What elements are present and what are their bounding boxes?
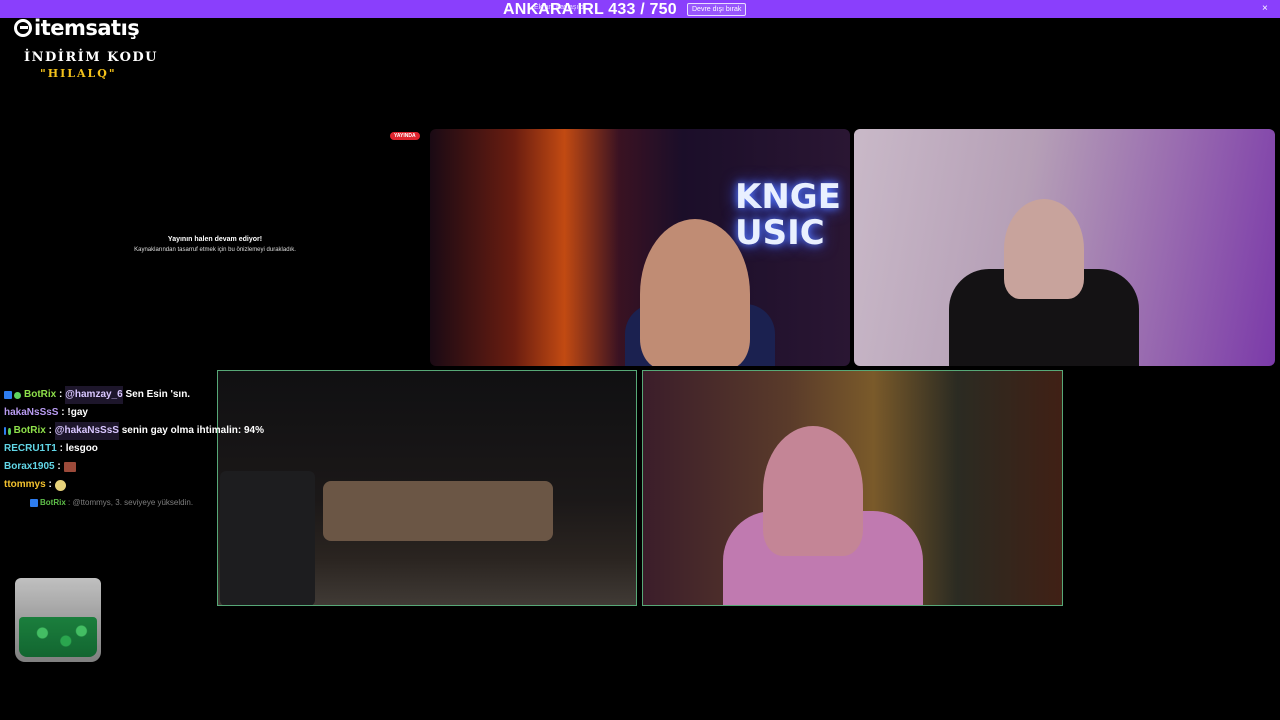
banner-title: ANKARA IRL 433 / 750 [503, 1, 677, 18]
chat-message: Borax1905 : [4, 458, 264, 476]
chat-text: lesgoo [65, 443, 98, 454]
top-banner: Ekranı paylaşıldı. ANKARA IRL 433 / 750 … [0, 0, 1280, 18]
jar-fill [19, 617, 97, 657]
chat-username[interactable]: BotRix [40, 494, 66, 512]
promo-code: "HILALQ" [40, 67, 117, 80]
chat-username[interactable]: Borax1905 [4, 458, 55, 476]
chat-message: BotRix : @hakaNsSsS senin gay olma ihtim… [4, 422, 264, 440]
emote-icon [54, 479, 66, 491]
chat-username[interactable]: BotRix [24, 386, 56, 404]
camera-feed-3[interactable] [217, 370, 637, 606]
chat-username[interactable]: RECRU1T1 [4, 440, 57, 458]
paused-title: Yayının halen devam ediyor! [167, 236, 263, 243]
neon-sign: KNGE USIC [735, 177, 841, 253]
chat-overlay: BotRix : @hamzay_6 Sen Esin 'sın. hakaNs… [4, 386, 264, 512]
bot-badge-icon [4, 391, 12, 399]
chat-mention[interactable]: @hamzay_6 [65, 386, 123, 404]
disable-button[interactable]: Devre dışı bırak [687, 3, 747, 16]
verified-dot-icon [14, 391, 21, 399]
chat-text: Sen Esin 'sın. [125, 389, 191, 400]
verified-dot-icon [8, 427, 11, 435]
paused-subtitle: Kaynaklarından tasarruf etmek için bu ön… [134, 247, 296, 253]
chat-system-message: BotRix : @ttommys, 3. seviyeye yükseldin… [4, 494, 264, 512]
close-icon[interactable]: × [1262, 3, 1268, 14]
chat-text: !gay [67, 407, 88, 418]
chat-message: BotRix : @hamzay_6 Sen Esin 'sın. [4, 386, 264, 404]
jar-icon [15, 578, 101, 662]
streamer-head [1004, 199, 1084, 299]
sofa [323, 481, 553, 541]
paused-preview[interactable]: Yayının halen devam ediyor! Kaynaklarınd… [80, 236, 350, 253]
logo-icon [14, 19, 32, 37]
bot-badge-icon [30, 499, 38, 507]
sponsor-logo: itemsatış [14, 16, 140, 40]
logo-text: itemsatış [34, 16, 140, 40]
promo-title: İNDİRİM KODU [24, 50, 159, 65]
chat-username[interactable]: ttommys [4, 476, 46, 494]
streamer-head [763, 426, 863, 556]
emote-icon [63, 462, 76, 472]
camera-feed-2[interactable] [854, 129, 1275, 366]
chat-username[interactable]: BotRix [14, 422, 46, 440]
camera-feed-4[interactable] [642, 370, 1063, 606]
bot-badge-icon [4, 427, 7, 435]
chat-message: hakaNsSsS : !gay [4, 404, 264, 422]
chat-message: ttommys : [4, 476, 264, 494]
chat-mention[interactable]: @hakaNsSsS [54, 422, 119, 440]
camera-feed-1[interactable]: KNGE USIC [430, 129, 850, 366]
chat-text: @ttommys, 3. seviyeye yükseldin. [72, 498, 194, 507]
chat-text: senin gay olma ihtimalin: 94% [121, 425, 264, 436]
chat-message: RECRU1T1 : lesgoo [4, 440, 264, 458]
streamer-head [640, 219, 750, 366]
live-badge: YAYINDA [390, 132, 420, 140]
chat-username[interactable]: hakaNsSsS [4, 404, 58, 422]
